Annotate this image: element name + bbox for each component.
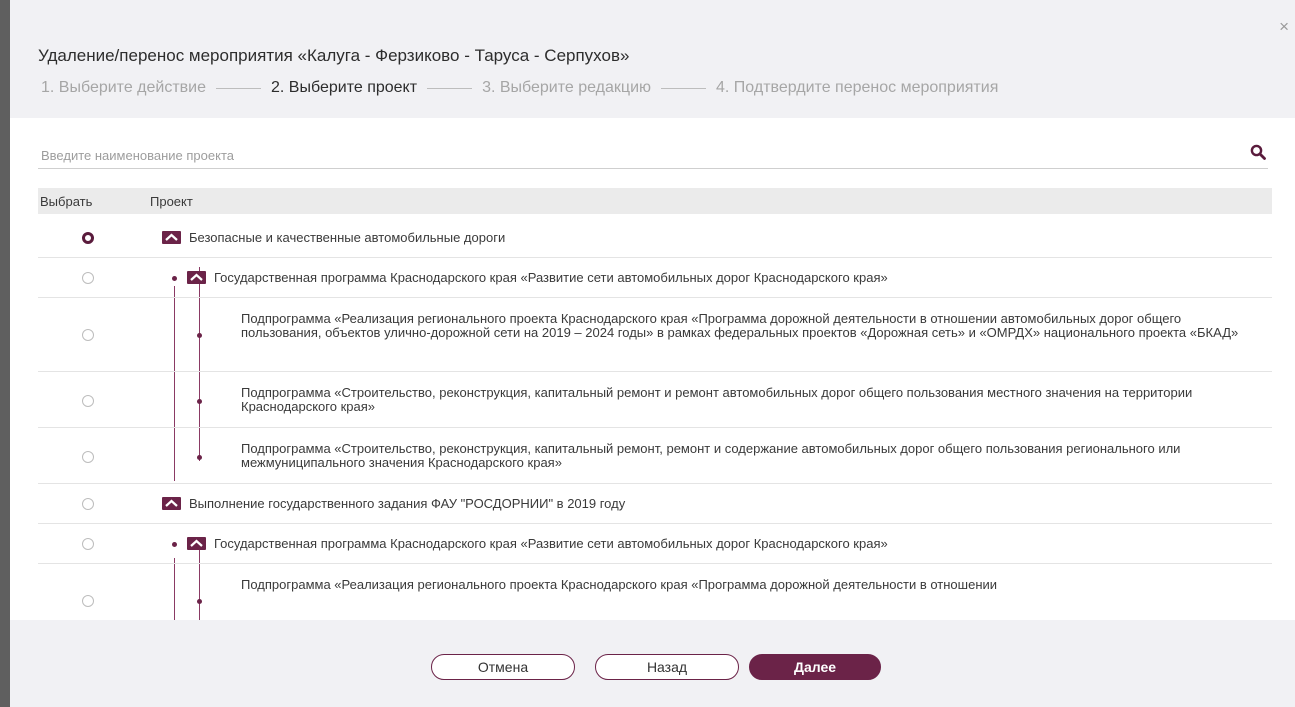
tree-node-dot — [197, 455, 202, 460]
dialog-header: × Удаление/перенос мероприятия «Калуга -… — [10, 0, 1295, 118]
dialog-footer: Отмена Назад Далее — [10, 620, 1295, 707]
table-row[interactable]: Подпрограмма «Реализация регионального п… — [38, 298, 1272, 372]
step-2-active: 2. Выберите проект — [271, 79, 418, 96]
select-radio[interactable] — [82, 595, 94, 607]
table-row[interactable]: Государственная программа Краснодарского… — [38, 258, 1272, 298]
dialog-body: Введите наименование проекта Выбрать Про… — [10, 118, 1295, 620]
column-project-header: Проект — [150, 194, 193, 209]
table-row[interactable]: Подпрограмма «Строительство, реконструкц… — [38, 372, 1272, 428]
dialog-title: Удаление/перенос мероприятия «Калуга - Ф… — [38, 46, 630, 65]
table-row[interactable]: Подпрограмма «Реализация регионального п… — [38, 564, 1272, 620]
stepper: 1. Выберите действие 2. Выберите проект … — [41, 79, 998, 97]
step-divider — [661, 87, 707, 89]
step-1: 1. Выберите действие — [41, 79, 207, 96]
table-row[interactable]: Выполнение государственного задания ФАУ … — [38, 484, 1272, 524]
select-radio[interactable] — [82, 329, 94, 341]
step-3: 3. Выберите редакцию — [482, 79, 652, 96]
tree-node-dot — [172, 276, 177, 281]
cancel-button[interactable]: Отмена — [431, 654, 575, 680]
next-button[interactable]: Далее — [749, 654, 881, 680]
select-radio[interactable] — [82, 395, 94, 407]
select-radio[interactable] — [82, 451, 94, 463]
step-divider — [216, 87, 262, 89]
collapse-icon[interactable] — [162, 497, 181, 510]
project-name: Выполнение государственного задания ФАУ … — [189, 496, 626, 511]
step-divider — [427, 87, 473, 89]
tree-node-dot — [197, 399, 202, 404]
transfer-dialog: × Удаление/перенос мероприятия «Калуга -… — [10, 0, 1295, 707]
back-button[interactable]: Назад — [595, 654, 739, 680]
project-name: Подпрограмма «Строительство, реконструкц… — [241, 385, 1193, 414]
tree-node-dot — [197, 599, 202, 604]
project-name: Подпрограмма «Реализация регионального п… — [241, 311, 1239, 340]
collapse-icon[interactable] — [187, 271, 206, 284]
select-radio[interactable] — [82, 538, 94, 550]
tree-node-dot — [172, 542, 177, 547]
close-icon[interactable]: × — [1279, 18, 1289, 35]
project-name: Государственная программа Краснодарского… — [214, 536, 888, 551]
column-select-header: Выбрать — [40, 194, 93, 209]
table-row[interactable]: Государственная программа Краснодарского… — [38, 524, 1272, 564]
project-name: Подпрограмма «Строительство, реконструкц… — [241, 441, 1181, 470]
search-placeholder: Введите наименование проекта — [41, 148, 234, 163]
collapse-icon[interactable] — [187, 537, 206, 550]
project-name: Государственная программа Краснодарского… — [214, 270, 888, 285]
project-search-input[interactable]: Введите наименование проекта — [38, 142, 1268, 169]
project-name: Безопасные и качественные автомобильные … — [189, 230, 506, 245]
table-row[interactable]: Безопасные и качественные автомобильные … — [38, 218, 1272, 258]
table-header: Выбрать Проект — [38, 188, 1272, 214]
project-name: Подпрограмма «Реализация регионального п… — [241, 577, 998, 592]
tree-node-dot — [197, 333, 202, 338]
select-radio[interactable] — [82, 272, 94, 284]
collapse-icon[interactable] — [162, 231, 181, 244]
search-icon[interactable] — [1250, 144, 1266, 160]
select-radio[interactable] — [82, 498, 94, 510]
step-4: 4. Подтвердите перенос мероприятия — [716, 79, 999, 96]
table-row[interactable]: Подпрограмма «Строительство, реконструкц… — [38, 428, 1272, 484]
select-radio[interactable] — [82, 232, 94, 244]
